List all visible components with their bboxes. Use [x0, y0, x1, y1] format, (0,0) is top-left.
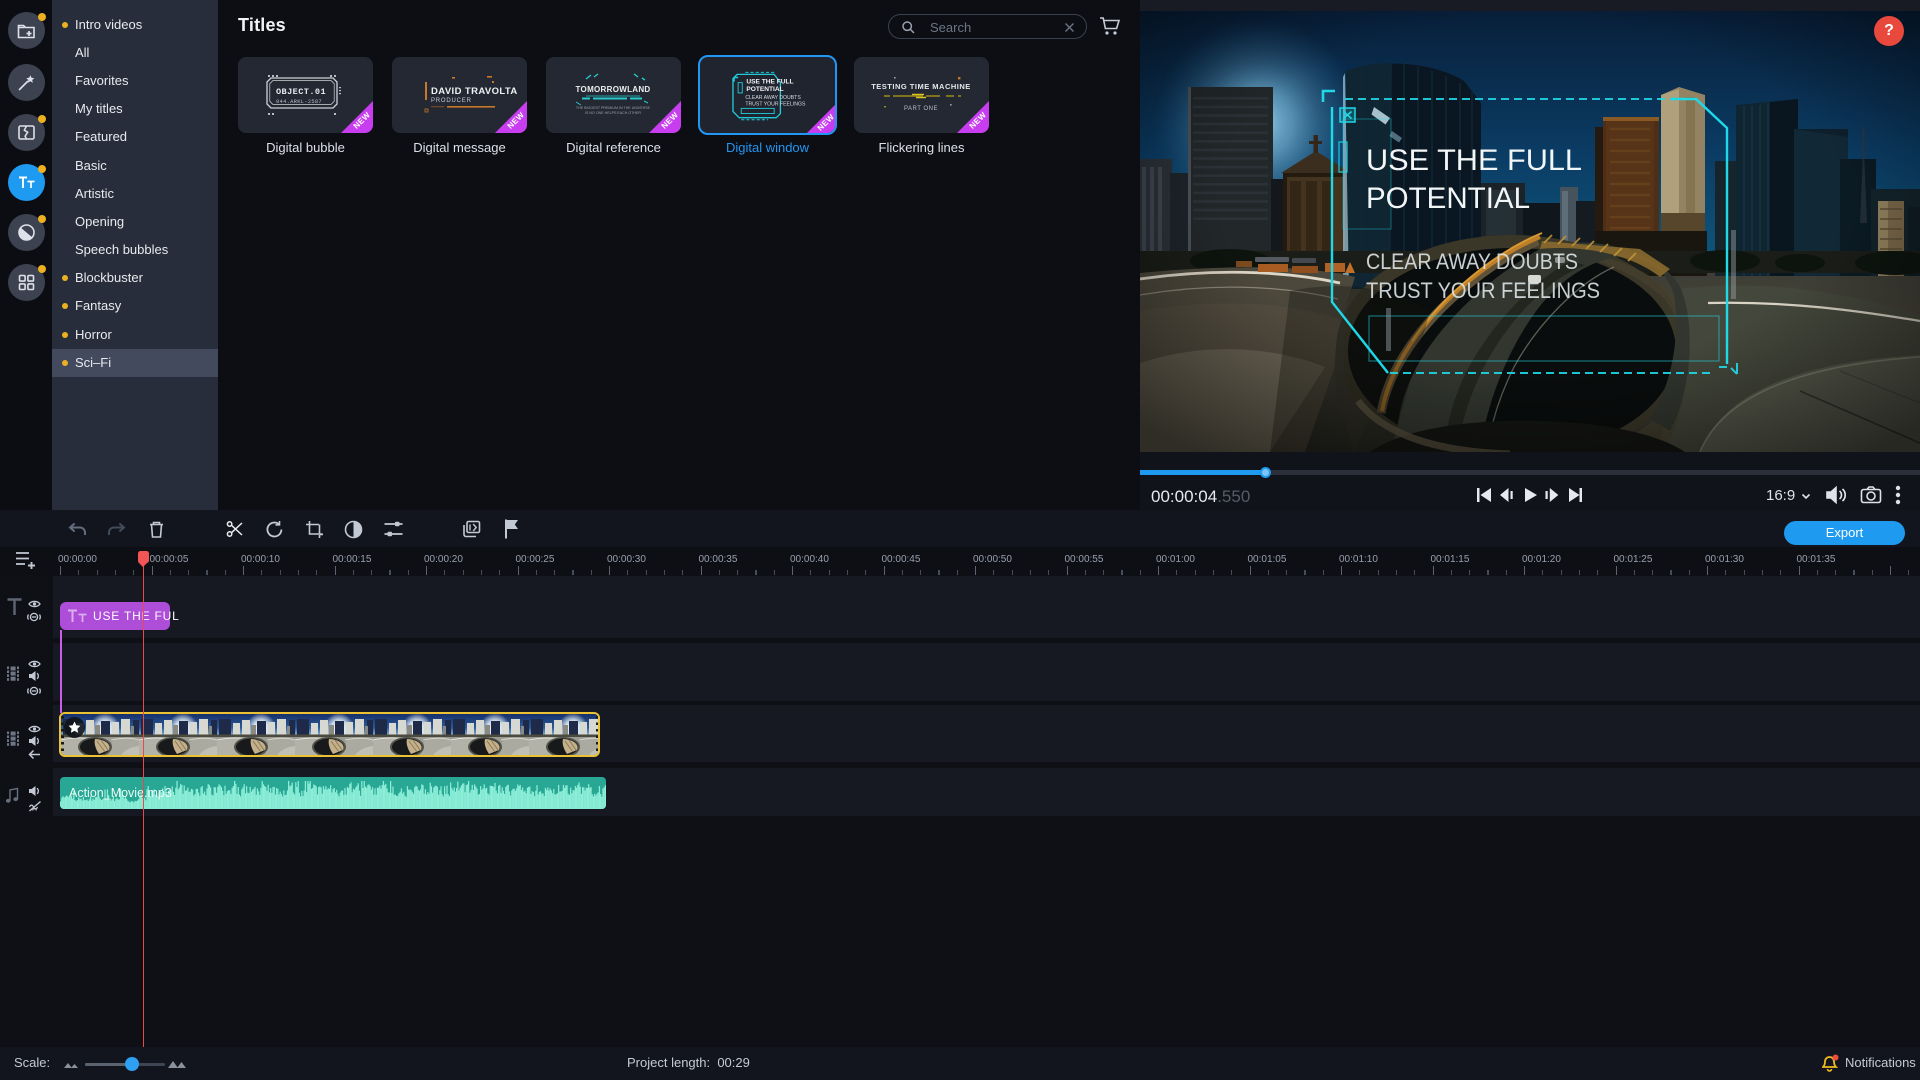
svg-text:TRUST YOUR FEELINGS: TRUST YOUR FEELINGS	[1366, 278, 1600, 303]
svg-text:TRUST YOUR FEELINGS: TRUST YOUR FEELINGS	[745, 101, 806, 107]
svg-text:DAVID TRAVOLTA: DAVID TRAVOLTA	[431, 86, 518, 97]
svg-text:OBJECT.01: OBJECT.01	[276, 87, 326, 97]
svg-text:CLEAR AWAY DOUBTS: CLEAR AWAY DOUBTS	[1366, 249, 1578, 274]
svg-text:IS NO ONE HELPS EACH OTHER: IS NO ONE HELPS EACH OTHER	[585, 111, 641, 115]
svg-text:TOMORROWLAND: TOMORROWLAND	[576, 85, 651, 94]
svg-text:USE THE FULL: USE THE FULL	[746, 79, 793, 86]
svg-text:TESTING TIME MACHINE: TESTING TIME MACHINE	[871, 82, 971, 91]
svg-text:POTENTIAL: POTENTIAL	[1366, 182, 1530, 215]
svg-text:PRODUCER: PRODUCER	[431, 98, 472, 104]
svg-text:POTENTIAL: POTENTIAL	[746, 86, 783, 93]
svg-text:THE BIGGEST PREMIUM IN THE UNI: THE BIGGEST PREMIUM IN THE UNIVERSE	[576, 106, 651, 110]
svg-text:USE THE FULL: USE THE FULL	[1366, 144, 1582, 177]
svg-text:044.ARKL-2587: 044.ARKL-2587	[276, 99, 322, 105]
svg-text:PART ONE: PART ONE	[904, 106, 938, 112]
svg-text:CLEAR AWAY DOUBTS: CLEAR AWAY DOUBTS	[745, 95, 801, 101]
